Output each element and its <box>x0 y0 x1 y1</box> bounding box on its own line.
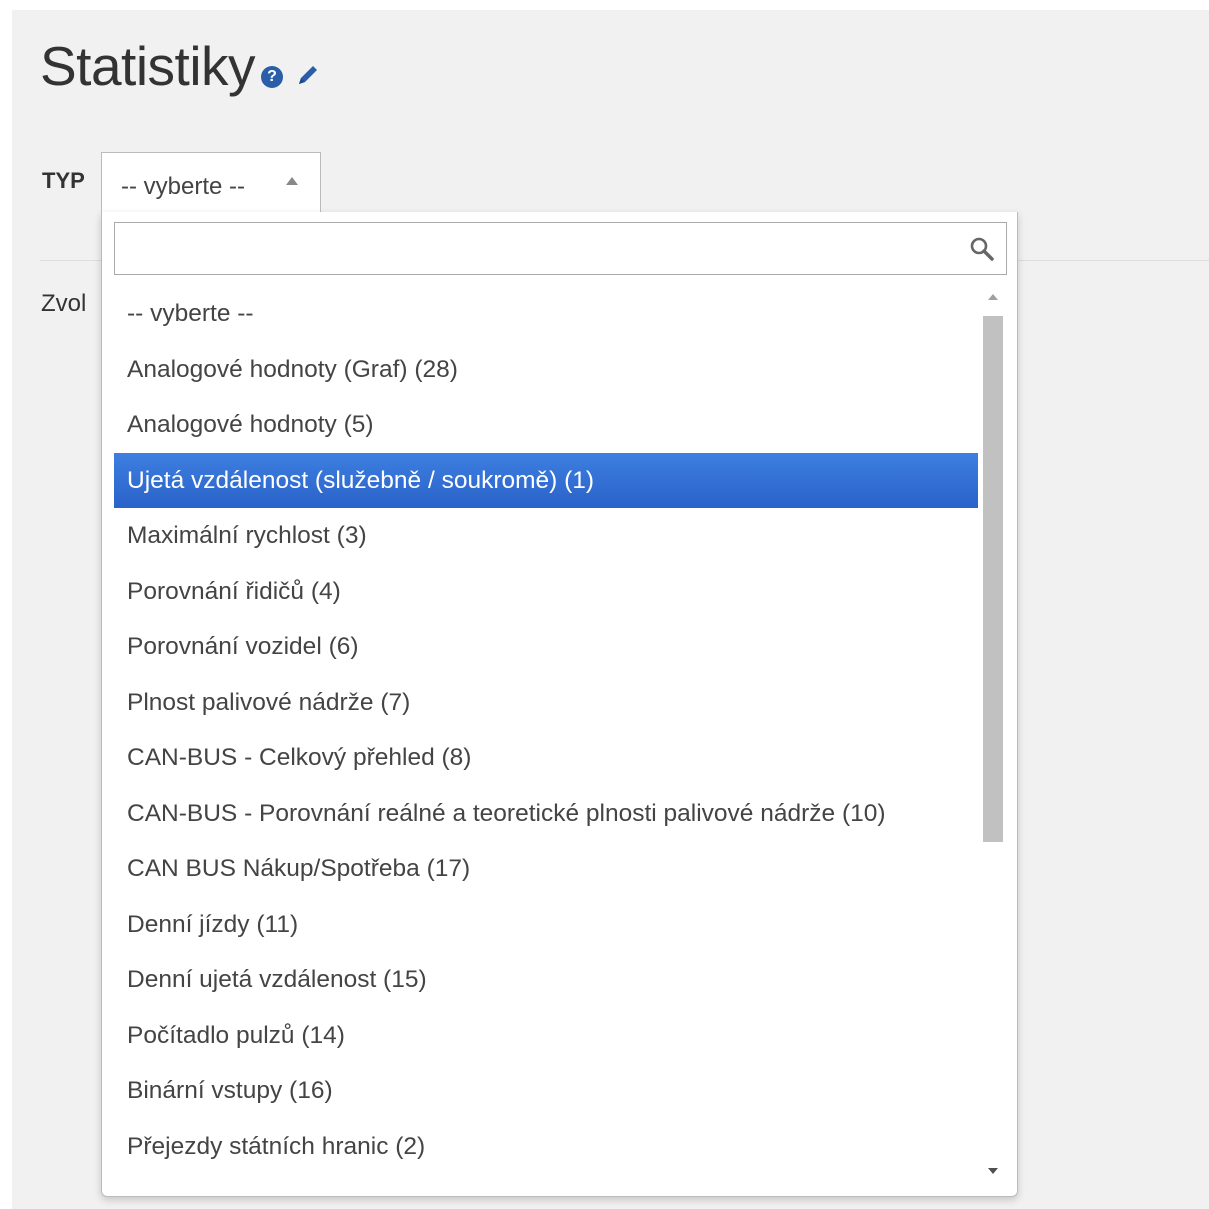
dropdown-option[interactable]: Plnost palivové nádrže (7) <box>114 675 978 731</box>
dropdown-option[interactable]: CAN BUS Nákup/Spotřeba (17) <box>114 841 978 897</box>
dropdown-option[interactable]: CAN-BUS - Celkový přehled (8) <box>114 730 978 786</box>
dropdown-option[interactable]: Binární vstupy (16) <box>114 1063 978 1119</box>
dropdown-option[interactable]: -- vyberte -- <box>114 286 978 342</box>
question-circle-icon[interactable]: ? <box>261 66 284 88</box>
page-title: Statistiky <box>40 35 256 97</box>
dropdown-option[interactable]: Denní ujetá vzdálenost (15) <box>114 952 978 1008</box>
scrollbar-thumb[interactable] <box>983 316 1003 842</box>
pencil-icon[interactable] <box>295 62 321 88</box>
dropdown-option[interactable]: Analogové hodnoty (Graf) (28) <box>114 342 978 398</box>
select-current-value: -- vyberte -- <box>121 173 246 200</box>
dropdown-option[interactable]: Počítadlo pulzů (14) <box>114 1008 978 1064</box>
type-select[interactable]: -- vyberte -- <box>101 152 321 216</box>
choose-prompt-text: Zvol <box>41 290 87 317</box>
dropdown-scrollbar[interactable] <box>982 286 1004 1190</box>
type-dropdown: -- vyberte -- Analogové hodnoty (Graf) (… <box>101 212 1018 1197</box>
dropdown-option[interactable]: Porovnání řidičů (4) <box>114 564 978 620</box>
dropdown-option[interactable]: Přejezdy státních hranic (2) <box>114 1119 978 1175</box>
scroll-down-arrow-icon[interactable] <box>988 1168 998 1174</box>
chevron-up-icon <box>286 177 298 185</box>
title-row: Statistiky ? <box>40 28 321 98</box>
search-input[interactable] <box>115 223 955 274</box>
options-list: -- vyberte -- Analogové hodnoty (Graf) (… <box>114 286 978 1174</box>
search-icon <box>970 237 994 261</box>
dropdown-option[interactable]: Maximální rychlost (3) <box>114 508 978 564</box>
dropdown-search[interactable] <box>114 222 1007 275</box>
dropdown-option[interactable]: Analogové hodnoty (5) <box>114 397 978 453</box>
scroll-up-arrow-icon[interactable] <box>988 294 998 300</box>
type-label: TYP <box>42 168 85 193</box>
dropdown-option[interactable]: Denní jízdy (11) <box>114 897 978 953</box>
dropdown-option[interactable]: CAN-BUS - Porovnání reálné a teoretické … <box>114 786 978 842</box>
dropdown-option[interactable]: Porovnání vozidel (6) <box>114 619 978 675</box>
dropdown-option-highlighted[interactable]: Ujetá vzdálenost (služebně / soukromě) (… <box>114 452 978 508</box>
